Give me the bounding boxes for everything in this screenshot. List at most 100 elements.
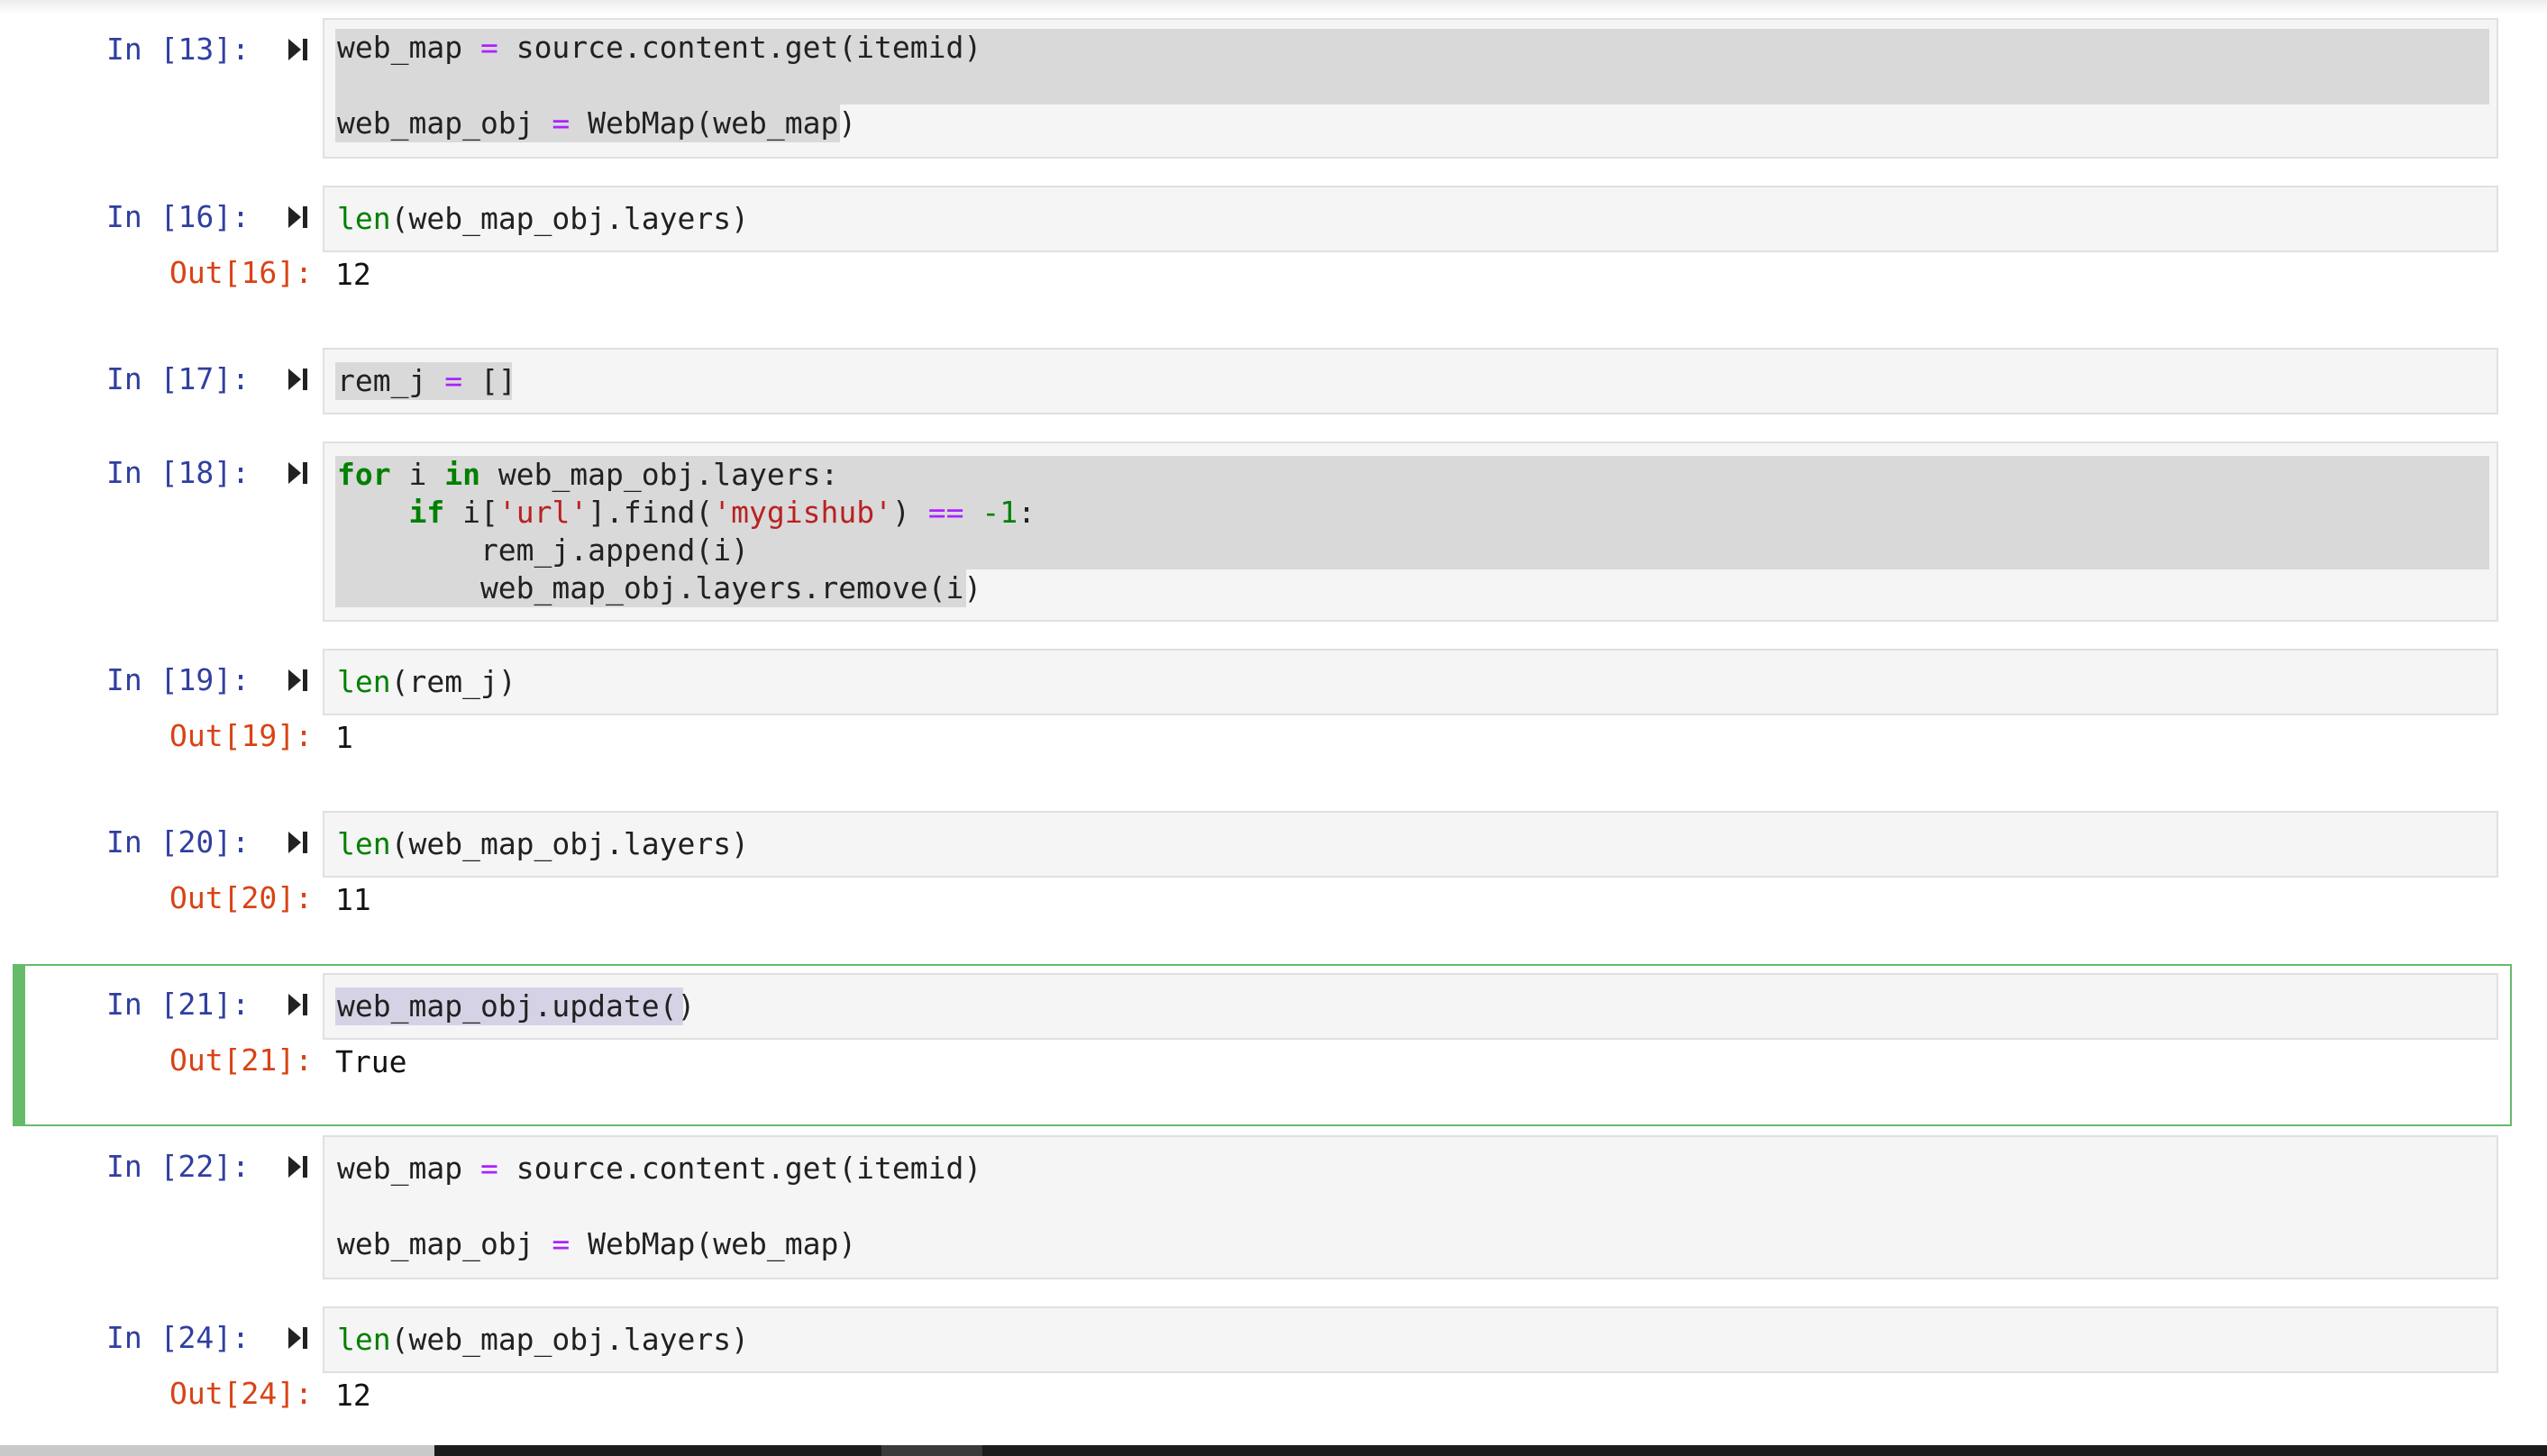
code-token: web_map xyxy=(337,1151,480,1186)
run-cell-icon[interactable] xyxy=(287,460,310,487)
code-editor[interactable]: web_map = source.content.get(itemid) web_… xyxy=(323,1135,2498,1279)
run-cell-icon[interactable] xyxy=(287,667,310,694)
run-cell-icon[interactable] xyxy=(287,829,310,856)
input-prompt: In [17]: xyxy=(106,361,250,396)
output-prompt: Out[21]: xyxy=(169,1042,313,1078)
code-line: len(web_map_obj.layers) xyxy=(337,825,749,863)
code-token: (rem_j) xyxy=(390,664,516,699)
cell-output: 12 xyxy=(335,1378,371,1413)
code-editor[interactable]: web_map = source.content.get(itemid) web_… xyxy=(323,18,2498,159)
code-token: for xyxy=(337,457,391,492)
code-line: len(rem_j) xyxy=(337,663,516,701)
code-token: in xyxy=(444,457,480,492)
code-token: WebMap(web_map) xyxy=(570,105,857,141)
notebook-cell[interactable]: In [21]: web_map_obj.update() Out[21]: True xyxy=(0,964,2547,1126)
run-cell-icon[interactable] xyxy=(287,204,310,231)
notebook-cell[interactable]: In [19]: len(rem_j) Out[19]: 1 xyxy=(0,649,2547,775)
code-token: i[ xyxy=(444,495,498,530)
notebook-cell[interactable]: In [22]: web_map = source.content.get(ite… xyxy=(0,1135,2547,1279)
output-prompt: Out[20]: xyxy=(169,880,313,915)
code-line: rem_j.append(i) xyxy=(337,532,749,569)
code-token: == xyxy=(927,495,964,530)
run-cell-icon[interactable] xyxy=(287,36,310,63)
code-editor[interactable]: for i in web_map_obj.layers: if i['url']… xyxy=(323,441,2498,622)
code-token: len xyxy=(337,201,391,236)
code-token: = xyxy=(552,105,571,141)
code-line: rem_j = [] xyxy=(337,362,516,400)
cell-output: 11 xyxy=(335,882,371,917)
code-line: web_map_obj.update() xyxy=(337,987,695,1025)
horizontal-scrollbar[interactable] xyxy=(0,1445,2547,1456)
code-line: web_map = source.content.get(itemid) xyxy=(337,1150,981,1188)
code-line: web_map_obj = WebMap(web_map) xyxy=(337,1225,856,1263)
output-prompt: Out[19]: xyxy=(169,718,313,753)
code-token: [] xyxy=(462,363,516,398)
code-editor[interactable]: len(rem_j) xyxy=(323,649,2498,715)
notebook-cell[interactable]: In [20]: len(web_map_obj.layers) Out[20]: 1… xyxy=(0,811,2547,937)
code-token: = xyxy=(479,30,498,65)
code-token: len xyxy=(337,664,391,699)
scrollbar-track xyxy=(434,1445,2547,1456)
input-prompt: In [19]: xyxy=(106,662,250,697)
code-line: len(web_map_obj.layers) xyxy=(337,1321,749,1359)
code-token: = xyxy=(552,1226,571,1261)
code-token: = xyxy=(444,363,463,398)
code-line: web_map = source.content.get(itemid) xyxy=(337,29,981,67)
notebook-cell[interactable]: In [13]: web_map = source.content.get(ite… xyxy=(0,18,2547,159)
notebook-cell[interactable]: In [17]: rem_j = [] xyxy=(0,348,2547,414)
code-token: 'mygishub' xyxy=(713,495,892,530)
code-token: -1 xyxy=(981,495,1018,530)
cell-output: True xyxy=(335,1044,407,1079)
code-token: ) xyxy=(891,495,928,530)
code-editor[interactable]: len(web_map_obj.layers) xyxy=(323,1306,2498,1373)
code-editor[interactable]: len(web_map_obj.layers) xyxy=(323,186,2498,252)
code-line: web_map_obj.layers.remove(i) xyxy=(337,569,981,607)
code-editor[interactable]: rem_j = [] xyxy=(323,348,2498,414)
code-token: (web_map_obj.layers) xyxy=(390,201,749,236)
scrollbar-track-left xyxy=(0,1445,434,1456)
output-prompt: Out[16]: xyxy=(169,255,313,290)
code-editor[interactable]: len(web_map_obj.layers) xyxy=(323,811,2498,878)
input-prompt: In [24]: xyxy=(106,1320,250,1355)
cell-output: 1 xyxy=(335,720,353,755)
code-token: web_map_obj.update() xyxy=(337,988,696,1024)
code-token: i xyxy=(390,457,445,492)
code-token: web_map_obj.layers: xyxy=(479,457,839,492)
code-token: 'url' xyxy=(498,495,589,530)
code-token: rem_j.append(i) xyxy=(337,532,749,568)
code-token: : xyxy=(1018,495,1036,530)
code-line: web_map_obj = WebMap(web_map) xyxy=(337,105,856,142)
code-token: (web_map_obj.layers) xyxy=(390,1322,749,1357)
code-token: ].find( xyxy=(588,495,714,530)
input-prompt: In [13]: xyxy=(106,32,250,67)
run-cell-icon[interactable] xyxy=(287,1153,310,1180)
notebook-cell[interactable]: In [24]: len(web_map_obj.layers) Out[24]: 1… xyxy=(0,1306,2547,1433)
run-cell-icon[interactable] xyxy=(287,1324,310,1351)
input-prompt: In [16]: xyxy=(106,199,250,234)
code-token: = xyxy=(479,1151,498,1186)
input-prompt: In [21]: xyxy=(106,987,250,1022)
notebook-cell[interactable]: In [18]: for i in web_map_obj.layers: if … xyxy=(0,441,2547,622)
code-line: len(web_map_obj.layers) xyxy=(337,200,749,238)
code-token: if xyxy=(408,495,445,530)
code-token: rem_j xyxy=(337,363,445,398)
code-token: web_map_obj.layers.remove(i) xyxy=(337,570,982,605)
scrollbar-thumb[interactable] xyxy=(881,1445,982,1456)
run-cell-icon[interactable] xyxy=(287,991,310,1018)
code-token: WebMap(web_map) xyxy=(570,1226,857,1261)
output-prompt: Out[24]: xyxy=(169,1376,313,1411)
run-cell-icon[interactable] xyxy=(287,366,310,393)
code-line: if i['url'].find('mygishub') == -1: xyxy=(337,494,1036,532)
code-token: len xyxy=(337,826,391,861)
code-token: web_map_obj xyxy=(337,1226,552,1261)
input-prompt: In [20]: xyxy=(106,824,250,860)
notebook-cell[interactable]: In [16]: len(web_map_obj.layers) Out[16]: 1… xyxy=(0,186,2547,312)
code-token: len xyxy=(337,1322,391,1357)
code-editor[interactable]: web_map_obj.update() xyxy=(323,973,2498,1040)
notebook-top-edge xyxy=(0,0,2547,14)
code-token: (web_map_obj.layers) xyxy=(390,826,749,861)
code-token: source.content.get(itemid) xyxy=(498,1151,982,1186)
code-token: web_map xyxy=(337,30,480,65)
